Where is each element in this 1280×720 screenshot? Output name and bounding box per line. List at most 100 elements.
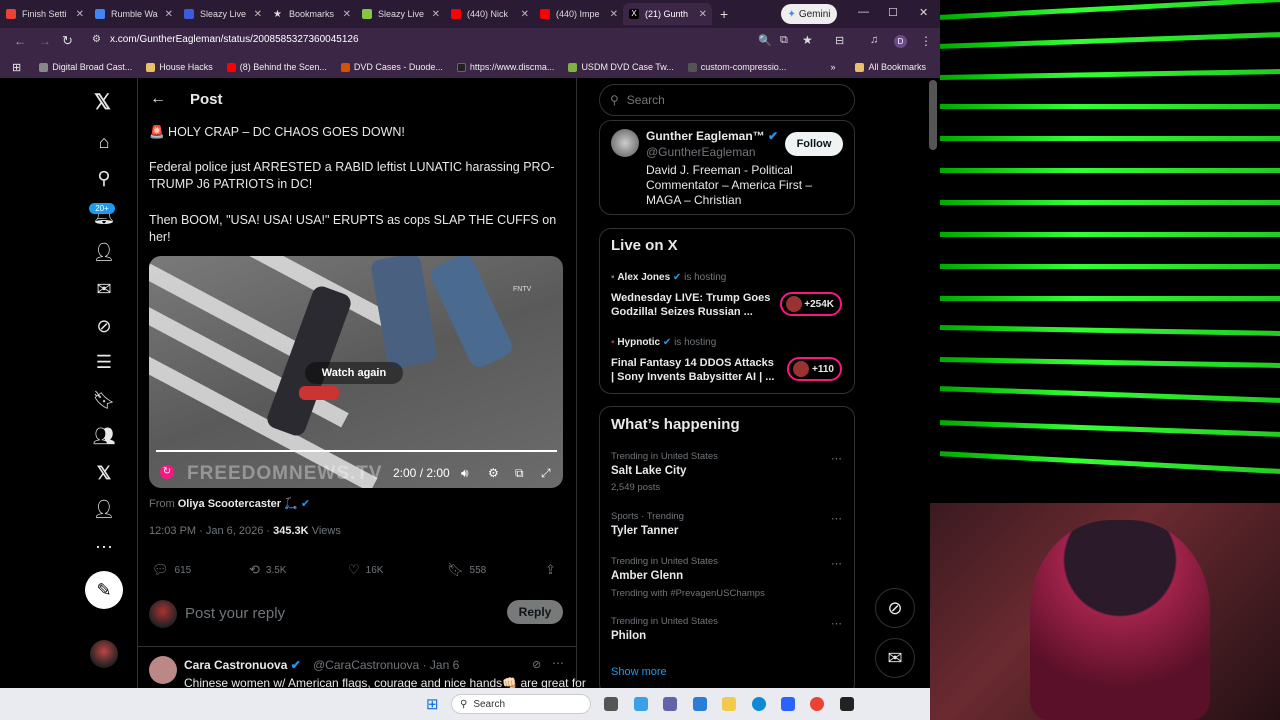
trend-name[interactable]: Salt Lake City	[611, 465, 686, 477]
trend-name[interactable]: Amber Glenn	[611, 570, 683, 582]
close-window-button[interactable]: ✕	[919, 6, 928, 19]
windows-start-icon[interactable]: ⊞	[426, 695, 439, 713]
reload-icon[interactable]: ↻	[62, 33, 73, 49]
close-tab-icon[interactable]: ✕	[521, 9, 529, 20]
browser-tab[interactable]: Sleazy Live ✕	[356, 3, 445, 25]
close-tab-icon[interactable]: ✕	[343, 9, 351, 20]
browser-tab-active[interactable]: X (21) Gunth ✕	[623, 3, 712, 25]
reply-action[interactable]: 💬︎ 615	[152, 562, 191, 578]
more-dots-icon[interactable]: ⋯	[831, 557, 842, 570]
compose-post-button[interactable]: ✎	[85, 571, 123, 609]
bookmark-item[interactable]: custom-compressio...	[687, 62, 786, 72]
grok-fab[interactable]: ⊘	[875, 588, 915, 628]
trend-name[interactable]: Tyler Tanner	[611, 525, 678, 537]
bookmark-item[interactable]: (8) Behind the Scen...	[226, 62, 327, 72]
close-tab-icon[interactable]: ✕	[699, 9, 707, 20]
x-logo-icon[interactable]: 𝕏	[94, 90, 111, 115]
pip-icon[interactable]: ⧉	[515, 466, 524, 481]
live-title[interactable]: Wednesday LIVE: Trump Goes Godzilla! Sei…	[611, 291, 776, 319]
chrome-icon[interactable]	[810, 697, 824, 711]
install-icon[interactable]: ⧉	[780, 34, 788, 47]
browser-tab[interactable]: Rumble Wa ✕	[89, 3, 178, 25]
bookmark-item[interactable]: Digital Broad Cast...	[39, 62, 132, 72]
close-tab-icon[interactable]: ✕	[76, 9, 84, 20]
url-field[interactable]: x.com/GuntherEagleman/status/20085853273…	[110, 34, 359, 45]
trend-name[interactable]: Philon	[611, 630, 646, 642]
maximize-button[interactable]: ☐	[888, 6, 898, 19]
profile-name[interactable]: Gunther Eagleman™ ✔	[646, 129, 778, 143]
media-icon[interactable]: ♫	[870, 34, 878, 46]
all-bookmarks[interactable]: All Bookmarks	[855, 62, 926, 72]
grok-icon[interactable]: ⊘	[93, 315, 115, 337]
browser-tab[interactable]: Finish Setti ✕	[0, 3, 89, 25]
profile-avatar[interactable]: D	[894, 35, 907, 48]
reply-button[interactable]: Reply	[507, 600, 563, 624]
more-dots-icon[interactable]: ⋯	[552, 656, 564, 670]
live-listeners-pill[interactable]: +254K	[780, 292, 842, 316]
bookmark-action[interactable]: 🔖︎ 558	[447, 562, 486, 578]
close-tab-icon[interactable]: ✕	[610, 9, 618, 20]
live-title[interactable]: Final Fantasy 14 DDOS Attacks | Sony Inv…	[611, 356, 776, 384]
bookmark-star-icon[interactable]: ★	[802, 33, 813, 47]
bookmark-item[interactable]: House Hacks	[146, 62, 213, 72]
messages-envelope-icon[interactable]: ✉	[93, 278, 115, 300]
close-tab-icon[interactable]: ✕	[165, 9, 173, 20]
browser-tab[interactable]: (440) Impe ✕	[534, 3, 623, 25]
more-dots-icon[interactable]: ⋯	[831, 512, 842, 525]
back-arrow-icon[interactable]: ←	[14, 34, 26, 48]
chevron-right-icon[interactable]: »	[830, 62, 835, 72]
reply-input[interactable]: Post your reply	[185, 605, 285, 622]
fullscreen-icon[interactable]: ⤢	[541, 466, 551, 481]
like-action[interactable]: ♡ 16K	[348, 562, 383, 578]
scrollbar-thumb[interactable]	[929, 80, 937, 150]
new-tab-button[interactable]: +	[720, 6, 728, 22]
comment-author[interactable]: Cara Castronuova ✔	[184, 658, 301, 672]
comment-avatar[interactable]	[149, 656, 177, 684]
tab-search-icon[interactable]: ⊟	[835, 34, 844, 47]
edge-icon[interactable]	[752, 697, 766, 711]
task-view-icon[interactable]	[604, 697, 618, 711]
follow-button[interactable]: Follow	[785, 132, 843, 156]
menu-kebab-icon[interactable]: ⋮	[920, 34, 932, 48]
communities-icon[interactable]: 👥︎	[93, 425, 116, 447]
grok-icon[interactable]: ⊘	[532, 658, 541, 671]
attribution-name[interactable]: Oliya Scootercaster 🛴	[178, 498, 298, 510]
profile-avatar[interactable]	[611, 129, 639, 157]
teams-icon[interactable]	[663, 697, 677, 711]
show-more-link[interactable]: Show more	[611, 666, 667, 678]
bookmarks-icon[interactable]: 🔖︎	[93, 389, 116, 411]
video-progress-bar[interactable]	[156, 450, 557, 452]
follow-person-icon[interactable]: 👤︎	[93, 241, 116, 263]
bookmark-item[interactable]: DVD Cases - Duode...	[340, 62, 443, 72]
settings-gear-icon[interactable]: ⚙	[488, 466, 499, 480]
copilot-icon[interactable]	[634, 697, 648, 711]
store-icon[interactable]	[781, 697, 795, 711]
browser-tab[interactable]: (440) Nick ✕	[445, 3, 534, 25]
trend-with[interactable]: Trending with #PrevagenUSChamps	[611, 588, 765, 599]
profile-icon[interactable]: 👤︎	[93, 498, 116, 520]
taskbar-search[interactable]: ⚲ Search	[451, 694, 591, 714]
watch-again-button[interactable]: Watch again	[305, 362, 403, 384]
explore-search-icon[interactable]: ⚲	[93, 167, 115, 189]
repost-action[interactable]: ⟲ 3.5K	[249, 562, 286, 578]
forward-arrow-icon[interactable]: →	[39, 34, 51, 48]
minimize-button[interactable]: —	[858, 6, 869, 18]
lists-icon[interactable]: ☰	[93, 351, 115, 373]
browser-tab[interactable]: ★ Bookmarks ✕	[267, 3, 356, 25]
home-icon[interactable]: ⌂	[93, 131, 115, 153]
live-listeners-pill[interactable]: +110	[787, 357, 842, 381]
browser-tab[interactable]: Sleazy Live ✕	[178, 3, 267, 25]
app-icon[interactable]	[693, 697, 707, 711]
site-info-icon[interactable]: ⚙	[92, 34, 101, 45]
volume-icon[interactable]: 🔊︎	[461, 466, 469, 481]
messages-fab[interactable]: ✉	[875, 638, 915, 678]
file-explorer-icon[interactable]	[722, 697, 736, 711]
close-tab-icon[interactable]: ✕	[254, 9, 262, 20]
close-tab-icon[interactable]: ✕	[432, 9, 440, 20]
zoom-icon[interactable]: 🔍	[758, 34, 772, 47]
search-input[interactable]: ⚲ Search	[599, 84, 855, 116]
apps-grid-icon[interactable]: ⊞	[12, 61, 21, 74]
replay-icon[interactable]: ↻	[160, 465, 174, 479]
account-avatar[interactable]	[90, 640, 118, 668]
more-dots-icon[interactable]: ⋯	[831, 617, 842, 630]
